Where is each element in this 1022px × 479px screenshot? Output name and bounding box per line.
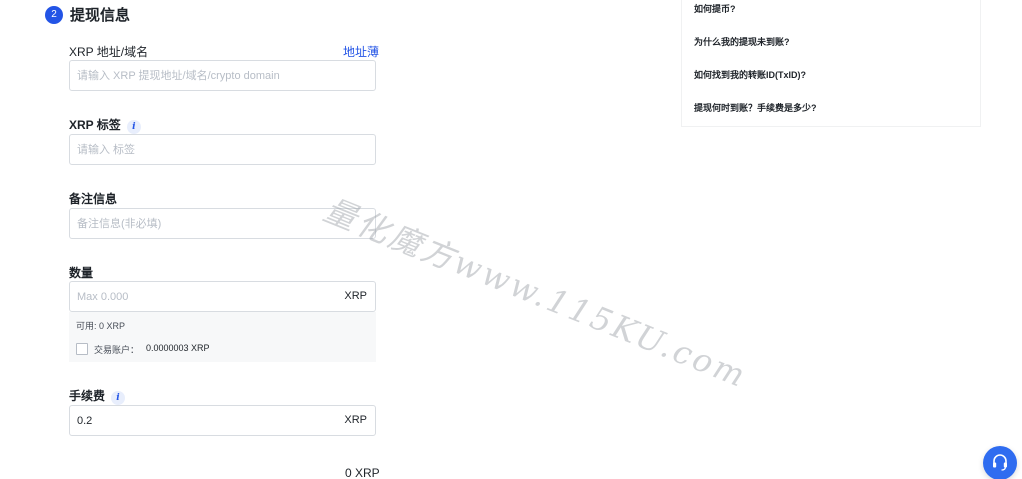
tag-label-row: XRP 标签 i	[69, 116, 141, 134]
received-amount: 0 XRP	[345, 466, 380, 479]
address-book-link[interactable]: 地址薄	[343, 43, 379, 60]
info-icon[interactable]: i	[126, 120, 141, 134]
address-field[interactable]	[69, 60, 376, 91]
amount-label: 数量	[69, 266, 94, 280]
info-icon[interactable]: i	[111, 391, 126, 405]
amount-field[interactable]: XRP	[69, 281, 376, 312]
available-balance: 可用: 0 XRP	[76, 321, 126, 331]
faq-item[interactable]: 如何提币?	[694, 2, 736, 15]
amount-input[interactable]	[70, 282, 375, 311]
section-title: 提现信息	[70, 7, 131, 24]
watermark: 量化魔方www.115KU.com	[318, 190, 753, 396]
tag-label: XRP 标签	[69, 118, 121, 132]
fee-unit: XRP	[344, 414, 367, 426]
amount-unit: XRP	[344, 290, 367, 302]
headset-icon	[993, 454, 1007, 471]
tag-input[interactable]	[70, 135, 375, 164]
trade-account-label: 交易账户：	[94, 345, 140, 355]
trade-account-value: 0.0000003 XRP	[146, 343, 210, 353]
faq-item[interactable]: 为什么我的提现未到账?	[694, 35, 790, 48]
trade-account-checkbox[interactable]	[76, 343, 88, 355]
fee-input	[70, 406, 375, 435]
memo-label: 备注信息	[69, 192, 118, 206]
address-input[interactable]	[70, 61, 375, 90]
tag-field[interactable]	[69, 134, 376, 165]
address-label: XRP 地址/域名	[69, 45, 149, 59]
support-button[interactable]	[983, 446, 1017, 479]
fee-field: XRP	[69, 405, 376, 436]
faq-item[interactable]: 提现何时到账？手续费是多少?	[694, 101, 817, 114]
fee-label-row: 手续费 i	[69, 387, 126, 405]
step-badge: 2	[45, 6, 63, 24]
faq-item[interactable]: 如何找到我的转账ID(TxID)?	[694, 68, 806, 81]
fee-label: 手续费	[69, 389, 106, 403]
